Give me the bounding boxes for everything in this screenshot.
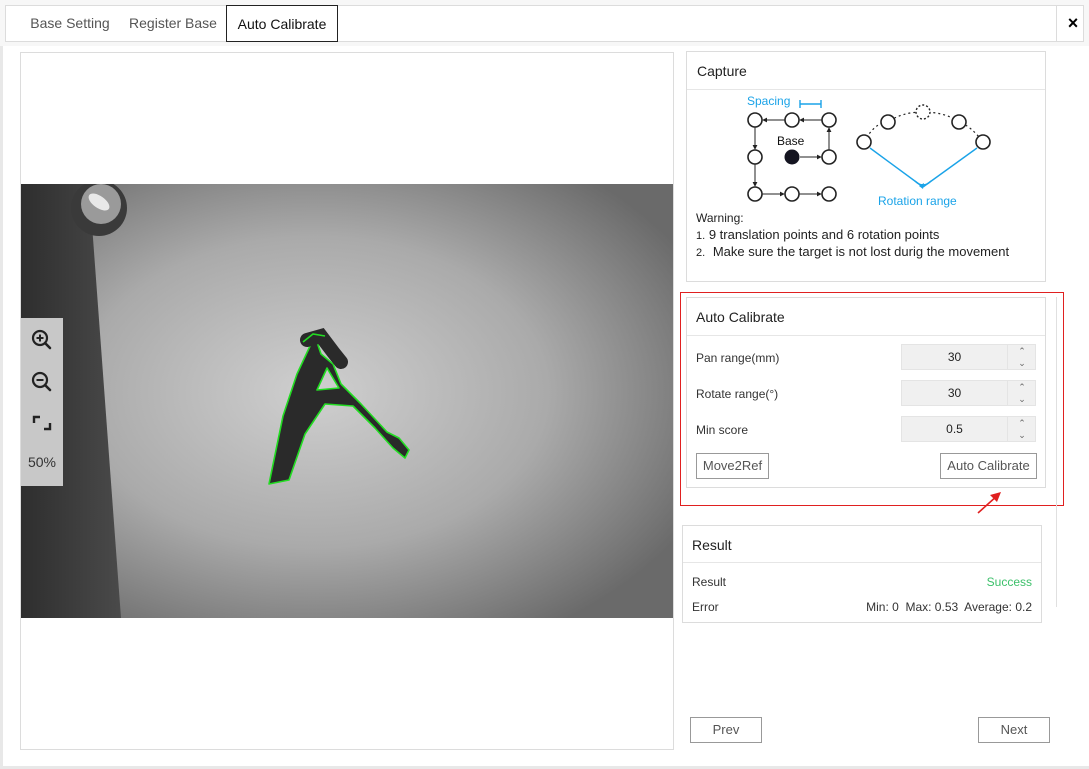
warning-number: 2. — [696, 247, 706, 259]
warning-item-1: 1. 9 translation points and 6 rotation p… — [696, 227, 939, 242]
base-label: Base — [777, 134, 805, 148]
capture-title: Capture — [697, 63, 747, 79]
zoom-out-icon[interactable] — [21, 362, 63, 400]
error-label: Error — [692, 600, 719, 614]
result-panel: Result Result Success Error Min: 0 Max: … — [682, 525, 1042, 623]
fit-screen-icon[interactable] — [21, 404, 63, 442]
tab-register-base[interactable]: Register Base — [122, 5, 224, 42]
spacing-label: Spacing — [747, 94, 791, 108]
annotation-arrow — [977, 492, 1001, 514]
close-icon[interactable]: × — [1056, 5, 1089, 42]
tab-auto-calibrate[interactable]: Auto Calibrate — [226, 5, 338, 42]
warning-number: 1. — [696, 230, 706, 242]
zoom-in-icon[interactable] — [21, 320, 63, 358]
error-value: Min: 0 Max: 0.53 Average: 0.2 — [866, 600, 1032, 614]
warning-text: 9 translation points and 6 rotation poin… — [708, 227, 940, 242]
zoom-toolbar: 50% — [21, 318, 63, 486]
warning-title: Warning: — [696, 211, 744, 225]
prev-button[interactable]: Prev — [690, 717, 762, 743]
warning-item-2: 2. Make sure the target is not lost duri… — [696, 244, 1009, 259]
capture-panel: Capture Spacing Base Rotation range Warn… — [686, 51, 1046, 282]
result-status: Success — [986, 575, 1032, 589]
next-button[interactable]: Next — [978, 717, 1050, 743]
left-border — [0, 46, 3, 769]
zoom-level: 50% — [27, 454, 57, 470]
highlight-box — [680, 292, 1064, 506]
result-title: Result — [692, 537, 732, 553]
right-divider — [1056, 297, 1057, 607]
camera-image[interactable] — [21, 184, 673, 618]
warning-text: Make sure the target is not lost durig t… — [712, 244, 1010, 259]
result-divider — [683, 562, 1041, 563]
rotation-range-label: Rotation range — [878, 194, 957, 208]
tab-base-setting[interactable]: Base Setting — [20, 5, 120, 42]
result-label: Result — [692, 575, 727, 589]
capture-diagram — [747, 100, 991, 202]
